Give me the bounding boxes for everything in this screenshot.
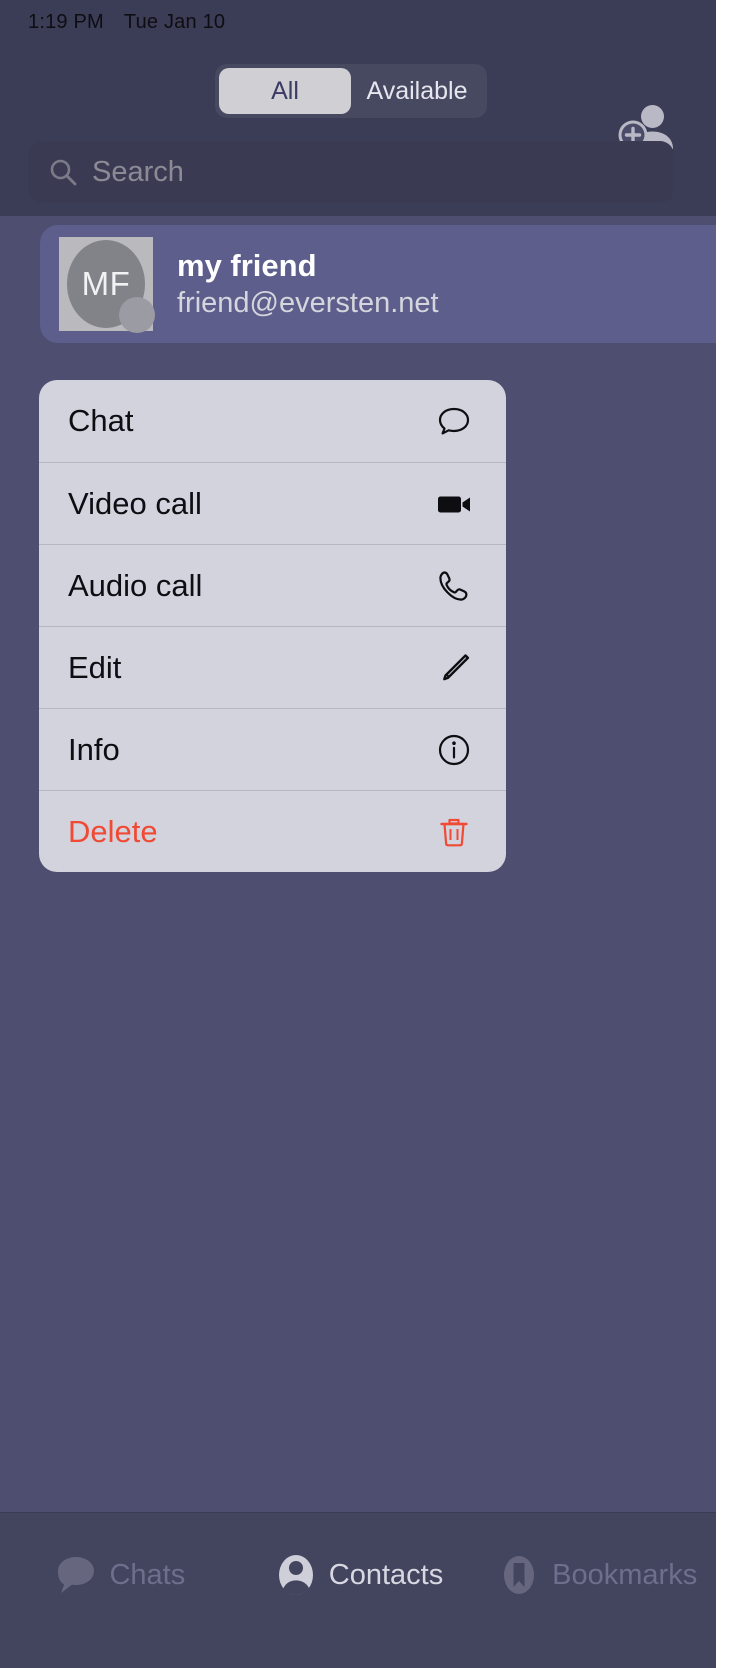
avatar-presence-badge xyxy=(119,297,155,333)
tab-chats[interactable]: Chats xyxy=(0,1549,239,1601)
menu-item-video-call[interactable]: Video call xyxy=(39,462,506,544)
contact-text: my friend friend@eversten.net xyxy=(177,248,439,320)
filter-segmented-control[interactable]: All Available xyxy=(215,64,487,118)
menu-item-label: Edit xyxy=(68,649,122,685)
menu-item-label: Audio call xyxy=(68,567,203,603)
header: All Available Search xyxy=(0,44,716,216)
menu-item-label: Delete xyxy=(68,813,158,849)
tab-bookmarks[interactable]: Bookmarks xyxy=(477,1549,716,1601)
app-window: 1:19 PM Tue Jan 10 All Available Search … xyxy=(0,0,716,1668)
menu-item-label: Info xyxy=(68,731,120,767)
tab-label: Chats xyxy=(109,1558,186,1591)
menu-item-info[interactable]: Info xyxy=(39,708,506,790)
search-placeholder: Search xyxy=(92,155,184,188)
phone-icon xyxy=(434,566,474,606)
bottom-tab-bar: Chats Contacts Bookmarks xyxy=(0,1512,716,1668)
contact-row-my-friend[interactable]: MF my friend friend@eversten.net xyxy=(40,225,716,343)
chat-bubble-icon xyxy=(53,1549,99,1601)
menu-item-delete[interactable]: Delete xyxy=(39,790,506,872)
chat-bubble-icon xyxy=(434,401,474,441)
trash-icon xyxy=(434,812,474,852)
search-icon xyxy=(48,157,78,187)
segment-available[interactable]: Available xyxy=(351,68,483,114)
status-bar-date: Tue Jan 10 xyxy=(123,10,226,33)
info-circle-icon xyxy=(434,730,474,770)
tab-label: Bookmarks xyxy=(552,1558,698,1591)
contact-email: friend@eversten.net xyxy=(177,287,439,319)
contact-name: my friend xyxy=(177,248,317,283)
person-icon xyxy=(273,1549,319,1601)
menu-item-label: Chat xyxy=(68,403,134,438)
search-input[interactable]: Search xyxy=(28,141,674,203)
bookmark-icon xyxy=(496,1549,542,1601)
tab-contacts[interactable]: Contacts xyxy=(239,1549,478,1601)
tab-label: Contacts xyxy=(328,1558,444,1591)
menu-item-audio-call[interactable]: Audio call xyxy=(39,544,506,626)
status-bar: 1:19 PM Tue Jan 10 xyxy=(0,0,716,44)
video-camera-icon xyxy=(434,484,474,524)
menu-item-chat[interactable]: Chat xyxy=(39,380,506,462)
menu-item-label: Video call xyxy=(68,485,202,521)
status-bar-time: 1:19 PM xyxy=(28,10,104,33)
contact-context-menu: Chat Video call Audio call Edit Info Del… xyxy=(39,380,506,872)
avatar: MF xyxy=(59,237,155,333)
menu-item-edit[interactable]: Edit xyxy=(39,626,506,708)
pencil-icon xyxy=(434,648,474,688)
segment-all[interactable]: All xyxy=(219,68,351,114)
